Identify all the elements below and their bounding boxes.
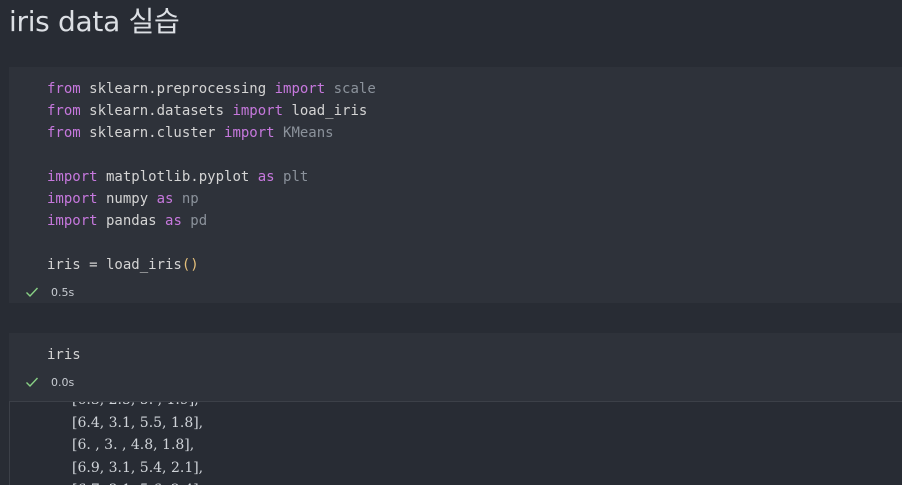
code-line: from sklearn.cluster import KMeans xyxy=(47,122,376,144)
check-icon xyxy=(26,377,39,388)
keyword-token: from xyxy=(47,125,81,141)
output-line: [6.9, 3.1, 5.4, 2.1], xyxy=(72,459,204,476)
keyword-token: import xyxy=(47,213,98,229)
keyword-token: import xyxy=(274,81,326,97)
code-token: iris xyxy=(47,347,81,363)
keyword-token: from xyxy=(47,103,81,119)
code-token: plt xyxy=(274,169,309,185)
code-editor[interactable]: from sklearn.preprocessing import scale f… xyxy=(47,78,376,276)
code-line: iris = load_iris() xyxy=(47,254,376,276)
keyword-token: import xyxy=(224,125,275,141)
code-line: import pandas as pd xyxy=(47,210,376,232)
check-icon xyxy=(26,287,39,298)
keyword-token: as xyxy=(156,191,174,207)
output-text: [6.3, 2.5, 5. , 1.9], [6.4, 3.1, 5.5, 1.8… xyxy=(72,402,203,485)
markdown-heading: iris data 실습 xyxy=(9,5,180,38)
keyword-token: import xyxy=(232,103,284,119)
execution-time: 0.5s xyxy=(51,285,75,299)
cell-output[interactable]: [6.3, 2.5, 5. , 1.9], [6.4, 3.1, 5.5, 1.8… xyxy=(9,402,902,485)
code-line: import numpy as np xyxy=(47,188,376,210)
code-token: sklearn.cluster xyxy=(80,125,225,141)
code-line: from sklearn.preprocessing import scale xyxy=(47,78,376,100)
code-token: sklearn.datasets xyxy=(80,103,233,119)
code-token: KMeans xyxy=(274,125,334,141)
keyword-token: import xyxy=(47,191,98,207)
code-token: numpy xyxy=(97,191,157,207)
code-line: iris xyxy=(47,344,81,366)
keyword-token: from xyxy=(47,81,81,97)
code-editor[interactable]: iris xyxy=(47,344,81,366)
code-token: np xyxy=(173,191,199,207)
output-line: [6.7, 3.1, 5.6, 2.4], xyxy=(72,479,203,485)
output-line: [6.4, 3.1, 5.5, 1.8], xyxy=(72,414,204,431)
cell-status: 0.0s xyxy=(25,374,74,390)
output-line: [6. , 3. , 4.8, 1.8], xyxy=(72,437,195,453)
keyword-token: as xyxy=(257,169,275,185)
code-cell-iris[interactable]: iris 0.0s xyxy=(9,333,902,402)
code-line: import matplotlib.pyplot as plt xyxy=(47,166,376,188)
code-token: scale xyxy=(325,81,376,97)
code-token: pandas xyxy=(97,213,166,229)
code-token: pd xyxy=(181,213,208,229)
code-token: iris = load_iris xyxy=(47,257,182,273)
output-line: [6.3, 2.5, 5. , 1.9], xyxy=(72,402,203,412)
keyword-token: import xyxy=(47,169,98,185)
code-token: sklearn.preprocessing xyxy=(80,81,275,97)
code-token: load_iris xyxy=(283,103,368,119)
execution-time: 0.0s xyxy=(51,375,75,389)
keyword-token: as xyxy=(165,213,182,229)
code-token: matplotlib.pyplot xyxy=(97,169,258,185)
cell-status: 0.5s xyxy=(25,284,74,300)
code-token: () xyxy=(181,257,199,273)
code-line: from sklearn.datasets import load_iris xyxy=(47,100,376,122)
code-cell-imports[interactable]: from sklearn.preprocessing import scale f… xyxy=(9,67,902,303)
